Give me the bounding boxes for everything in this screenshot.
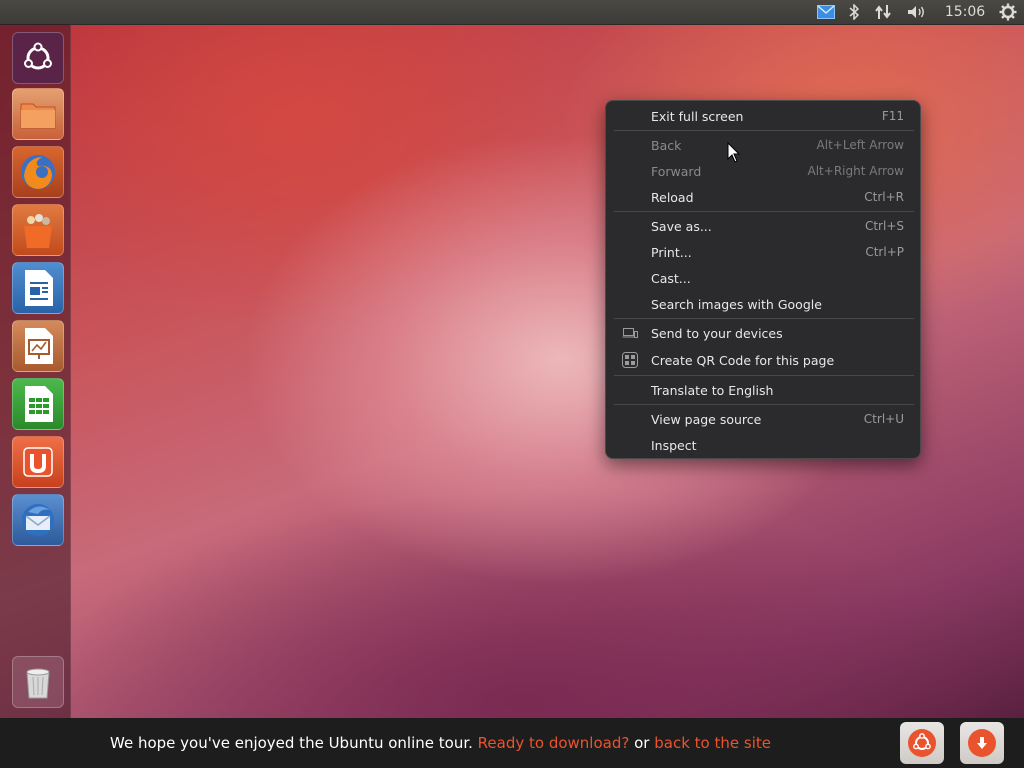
- impress-icon[interactable]: [12, 320, 64, 372]
- ubuntu-home-button[interactable]: [900, 722, 944, 764]
- menu-item-create-qr-code[interactable]: Create QR Code for this page: [606, 347, 920, 373]
- menu-item-shortcut: Alt+Left Arrow: [816, 138, 904, 152]
- menu-item-reload[interactable]: Reload Ctrl+R: [606, 184, 920, 210]
- menu-item-save-as[interactable]: Save as... Ctrl+S: [606, 213, 920, 239]
- menu-item-label: Save as...: [651, 218, 712, 234]
- firefox-icon[interactable]: [12, 146, 64, 198]
- trash-icon[interactable]: [12, 656, 64, 708]
- menu-item-label: Send to your devices: [651, 325, 783, 341]
- menu-item-view-page-source[interactable]: View page source Ctrl+U: [606, 406, 920, 432]
- launcher: [0, 24, 71, 718]
- menu-item-cast[interactable]: Cast...: [606, 265, 920, 291]
- clock[interactable]: 15:06: [944, 0, 986, 24]
- ubuntu-one-icon[interactable]: [12, 436, 64, 488]
- devices-icon: [622, 325, 638, 341]
- menu-item-label: Cast...: [651, 270, 691, 286]
- menu-item-shortcut: Ctrl+S: [864, 219, 904, 233]
- menu-item-shortcut: Alt+Right Arrow: [807, 164, 904, 178]
- download-button[interactable]: [960, 722, 1004, 764]
- gear-icon[interactable]: [996, 0, 1020, 24]
- menu-item-send-to-devices[interactable]: Send to your devices: [606, 320, 920, 346]
- top-panel: 15:06: [0, 0, 1024, 25]
- menu-item-label: Translate to English: [651, 382, 774, 398]
- menu-item-label: Reload: [651, 189, 694, 205]
- menu-item-label: Create QR Code for this page: [651, 352, 835, 368]
- download-arrow-icon: [968, 729, 996, 757]
- network-icon[interactable]: [872, 0, 894, 24]
- calc-icon[interactable]: [12, 378, 64, 430]
- bluetooth-icon[interactable]: [845, 0, 863, 24]
- ubuntu-logo-icon: [908, 729, 936, 757]
- menu-separator: [614, 318, 914, 319]
- back-to-site-link[interactable]: back to the site: [654, 734, 771, 752]
- menu-item-exit-full-screen[interactable]: Exit full screen F11: [606, 103, 920, 129]
- menu-item-label: Exit full screen: [651, 108, 744, 124]
- volume-icon[interactable]: [905, 0, 929, 24]
- thunderbird-icon[interactable]: [12, 494, 64, 546]
- menu-item-print[interactable]: Print... Ctrl+P: [606, 239, 920, 265]
- download-link[interactable]: Ready to download?: [478, 734, 630, 752]
- menu-separator: [614, 375, 914, 376]
- mouse-cursor-icon: [727, 142, 741, 163]
- context-menu: Exit full screen F11 Back Alt+Left Arrow…: [605, 100, 921, 459]
- mail-icon[interactable]: [815, 0, 837, 24]
- menu-item-search-images[interactable]: Search images with Google: [606, 291, 920, 317]
- menu-item-back[interactable]: Back Alt+Left Arrow: [606, 132, 920, 158]
- folder-icon[interactable]: [12, 88, 64, 140]
- menu-separator: [614, 404, 914, 405]
- menu-item-label: Inspect: [651, 437, 697, 453]
- shopping-bag-icon[interactable]: [12, 204, 64, 256]
- or-text: or: [634, 734, 650, 752]
- menu-item-shortcut: Ctrl+U: [863, 412, 904, 426]
- menu-item-label: Print...: [651, 244, 692, 260]
- menu-item-label: Forward: [651, 163, 702, 179]
- menu-separator: [614, 130, 914, 131]
- menu-item-label: View page source: [651, 411, 762, 427]
- ubuntu-logo-icon[interactable]: [12, 32, 64, 84]
- menu-item-shortcut: Ctrl+R: [864, 190, 904, 204]
- writer-icon[interactable]: [12, 262, 64, 314]
- menu-item-inspect[interactable]: Inspect: [606, 432, 920, 458]
- menu-separator: [614, 211, 914, 212]
- menu-item-label: Back: [651, 137, 682, 153]
- menu-item-translate[interactable]: Translate to English: [606, 377, 920, 403]
- qr-code-icon: [622, 352, 638, 368]
- menu-item-forward[interactable]: Forward Alt+Right Arrow: [606, 158, 920, 184]
- menu-item-label: Search images with Google: [651, 296, 822, 312]
- tour-message-text: We hope you've enjoyed the Ubuntu online…: [110, 734, 473, 752]
- tour-message: We hope you've enjoyed the Ubuntu online…: [110, 718, 771, 768]
- bottom-bar: We hope you've enjoyed the Ubuntu online…: [0, 718, 1024, 768]
- menu-item-shortcut: Ctrl+P: [865, 245, 904, 259]
- menu-item-shortcut: F11: [881, 109, 904, 123]
